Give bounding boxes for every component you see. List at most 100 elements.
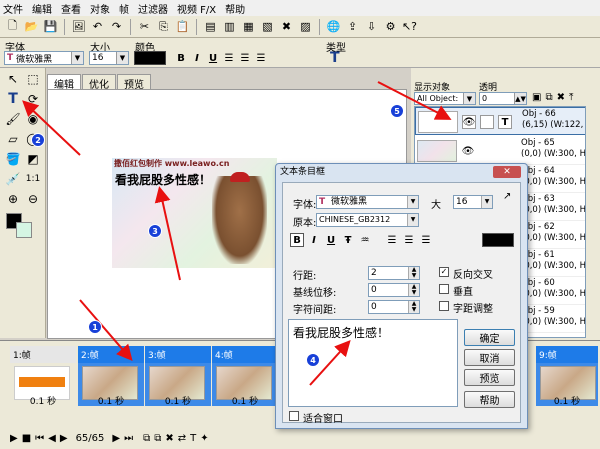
menu-file[interactable]: 文件 xyxy=(3,1,23,16)
delete-frame-icon[interactable]: ✖ xyxy=(165,433,173,444)
char-spacing-stepper[interactable]: 0 ▲ ▼ xyxy=(368,300,420,314)
help-button[interactable]: 帮助 xyxy=(464,391,515,408)
export-icon[interactable]: ⇪ xyxy=(344,18,361,35)
frame-header[interactable]: 3:帧 xyxy=(145,346,211,363)
text-type-icon[interactable]: T xyxy=(330,50,340,66)
preview-button[interactable]: 预览 xyxy=(464,369,515,386)
stop-icon[interactable]: ■ xyxy=(22,433,31,444)
settings-icon[interactable]: ⚙ xyxy=(382,18,399,35)
redo-icon[interactable]: ↷ xyxy=(108,18,125,35)
list-item[interactable]: 👁 Obj - 65 (0,0) (W:300, H: xyxy=(415,137,585,165)
align-right-icon[interactable]: ☰ xyxy=(254,51,268,65)
image-icon[interactable]: 🖼 xyxy=(70,18,87,35)
delete-icon[interactable]: ✖ xyxy=(278,18,295,35)
menu-edit[interactable]: 编辑 xyxy=(32,1,52,16)
pointer-icon[interactable]: ↖ xyxy=(4,70,22,88)
zoom-out-icon[interactable]: ⊖ xyxy=(24,190,42,208)
frame-header[interactable]: 2:帧 xyxy=(78,346,144,363)
paste-icon[interactable]: 📋 xyxy=(174,18,191,35)
baseline-stepper[interactable]: 0 ▲ ▼ xyxy=(368,283,420,297)
menu-frame[interactable]: 帧 xyxy=(119,1,129,16)
rotate-icon[interactable]: ⟳ xyxy=(24,90,42,108)
actual-size-icon[interactable]: 1:1 xyxy=(24,170,42,188)
dialog-font-select[interactable]: T 微软雅黑 ▼ xyxy=(316,195,419,209)
frame-copy-icon[interactable]: ▥ xyxy=(221,18,238,35)
font-select[interactable]: T 微软雅黑 ▼ xyxy=(4,51,84,65)
charset-select[interactable]: CHINESE_GB2312 ▼ xyxy=(316,213,419,227)
tab-preview[interactable]: 预览 xyxy=(117,74,151,91)
frame-icon[interactable]: ▨ xyxy=(297,18,314,35)
new-object-icon[interactable]: ▣ xyxy=(532,92,541,103)
play-icon[interactable]: ▶ xyxy=(10,433,18,444)
frame-header[interactable]: 9:帧 xyxy=(536,346,598,363)
lock-box[interactable] xyxy=(480,115,494,129)
frame-header[interactable]: 1:帧 xyxy=(10,346,76,363)
eraser-icon[interactable]: ▱ xyxy=(4,130,22,148)
menu-help[interactable]: 帮助 xyxy=(225,1,245,16)
menu-video-fx[interactable]: 视频 F/X xyxy=(177,1,216,16)
vertical-checkbox[interactable] xyxy=(439,284,449,294)
frame-delay[interactable]: 0.1 秒 xyxy=(13,394,73,407)
bring-front-icon[interactable]: ⤒ xyxy=(569,92,573,103)
close-icon[interactable]: ✕ xyxy=(493,166,521,178)
eye-icon[interactable]: 👁 xyxy=(462,115,476,129)
italic-button[interactable]: I xyxy=(190,51,204,65)
import-icon[interactable]: ⇩ xyxy=(363,18,380,35)
brush-icon[interactable]: 🖌 xyxy=(4,110,22,128)
size-select[interactable]: 16 ▼ xyxy=(89,51,129,65)
align-right-icon[interactable]: ☰ xyxy=(419,233,433,247)
text-banner-icon[interactable]: T xyxy=(190,433,196,444)
cut-icon[interactable]: ✂ xyxy=(136,18,153,35)
align-center-icon[interactable]: ☰ xyxy=(238,51,252,65)
bold-button[interactable]: B xyxy=(290,233,304,247)
bold-button[interactable]: B xyxy=(174,51,188,65)
align-left-icon[interactable]: ☰ xyxy=(385,233,399,247)
prev-frame-icon[interactable]: ◀ xyxy=(48,433,56,444)
eyedropper-icon[interactable]: 💉 xyxy=(4,170,22,188)
frame-delay[interactable]: 0.1 秒 xyxy=(148,394,208,407)
open-folder-icon[interactable]: 📂 xyxy=(23,18,40,35)
kerning-checkbox[interactable] xyxy=(439,301,449,311)
frame-grid-icon[interactable]: ▦ xyxy=(240,18,257,35)
delete-object-icon[interactable]: ✖ xyxy=(557,92,565,103)
eye-icon[interactable]: 👁 xyxy=(461,144,475,158)
tween-icon[interactable]: ⇄ xyxy=(178,433,186,444)
show-objects-select[interactable]: All Object: ▼ xyxy=(414,92,476,105)
effects-icon[interactable]: ✦ xyxy=(200,433,208,444)
menu-filter[interactable]: 过滤器 xyxy=(138,1,168,16)
font-extra-icon[interactable]: ↗ xyxy=(503,191,511,202)
strike-icon[interactable]: Ŧ xyxy=(341,233,355,247)
globe-icon[interactable]: 🌐 xyxy=(325,18,342,35)
underline-button[interactable]: U xyxy=(324,233,338,247)
gradient-icon[interactable]: ◩ xyxy=(24,150,42,168)
duplicate-frame-icon[interactable]: ⧉ xyxy=(154,433,161,444)
ok-button[interactable]: 确定 xyxy=(464,329,515,346)
frame-header[interactable]: 4:帧 xyxy=(212,346,278,363)
first-frame-icon[interactable]: ⏮ xyxy=(35,433,44,444)
frame-add-icon[interactable]: ▤ xyxy=(202,18,219,35)
menu-view[interactable]: 查看 xyxy=(61,1,81,16)
list-item[interactable]: 👁 T Obj - 66 (6,15) (W:122, H xyxy=(415,107,585,135)
dialog-size-select[interactable]: 16 ▼ xyxy=(453,195,493,209)
frame-delay[interactable]: 0.1 秒 xyxy=(537,394,597,407)
zoom-in-icon[interactable]: ⊕ xyxy=(4,190,22,208)
align-center-icon[interactable]: ☰ xyxy=(402,233,416,247)
line-spacing-stepper[interactable]: 2 ▲ ▼ xyxy=(368,266,420,280)
italic-button[interactable]: I xyxy=(307,233,321,247)
help-pointer-icon[interactable]: ↖? xyxy=(401,18,418,35)
frame-delay[interactable]: 0.1 秒 xyxy=(215,394,275,407)
fit-window-checkbox[interactable] xyxy=(289,411,299,421)
antialias-checkbox[interactable]: ✓ xyxy=(439,267,449,277)
tab-optimize[interactable]: 优化 xyxy=(82,74,116,91)
cancel-button[interactable]: 取消 xyxy=(464,349,515,366)
fill-bucket-icon[interactable]: 🪣 xyxy=(4,150,22,168)
copy-object-icon[interactable]: ⧉ xyxy=(545,92,552,103)
copy-icon[interactable]: ⎘ xyxy=(155,18,172,35)
next-frame-icon[interactable]: ▶ xyxy=(112,433,120,444)
text-color-swatch[interactable] xyxy=(482,233,514,247)
frame-list-icon[interactable]: ▧ xyxy=(259,18,276,35)
align-left-icon[interactable]: ☰ xyxy=(222,51,236,65)
next-frame-icon[interactable]: ▶ xyxy=(60,433,68,444)
menu-object[interactable]: 对象 xyxy=(90,1,110,16)
add-frame-icon[interactable]: ⧉ xyxy=(143,433,150,444)
